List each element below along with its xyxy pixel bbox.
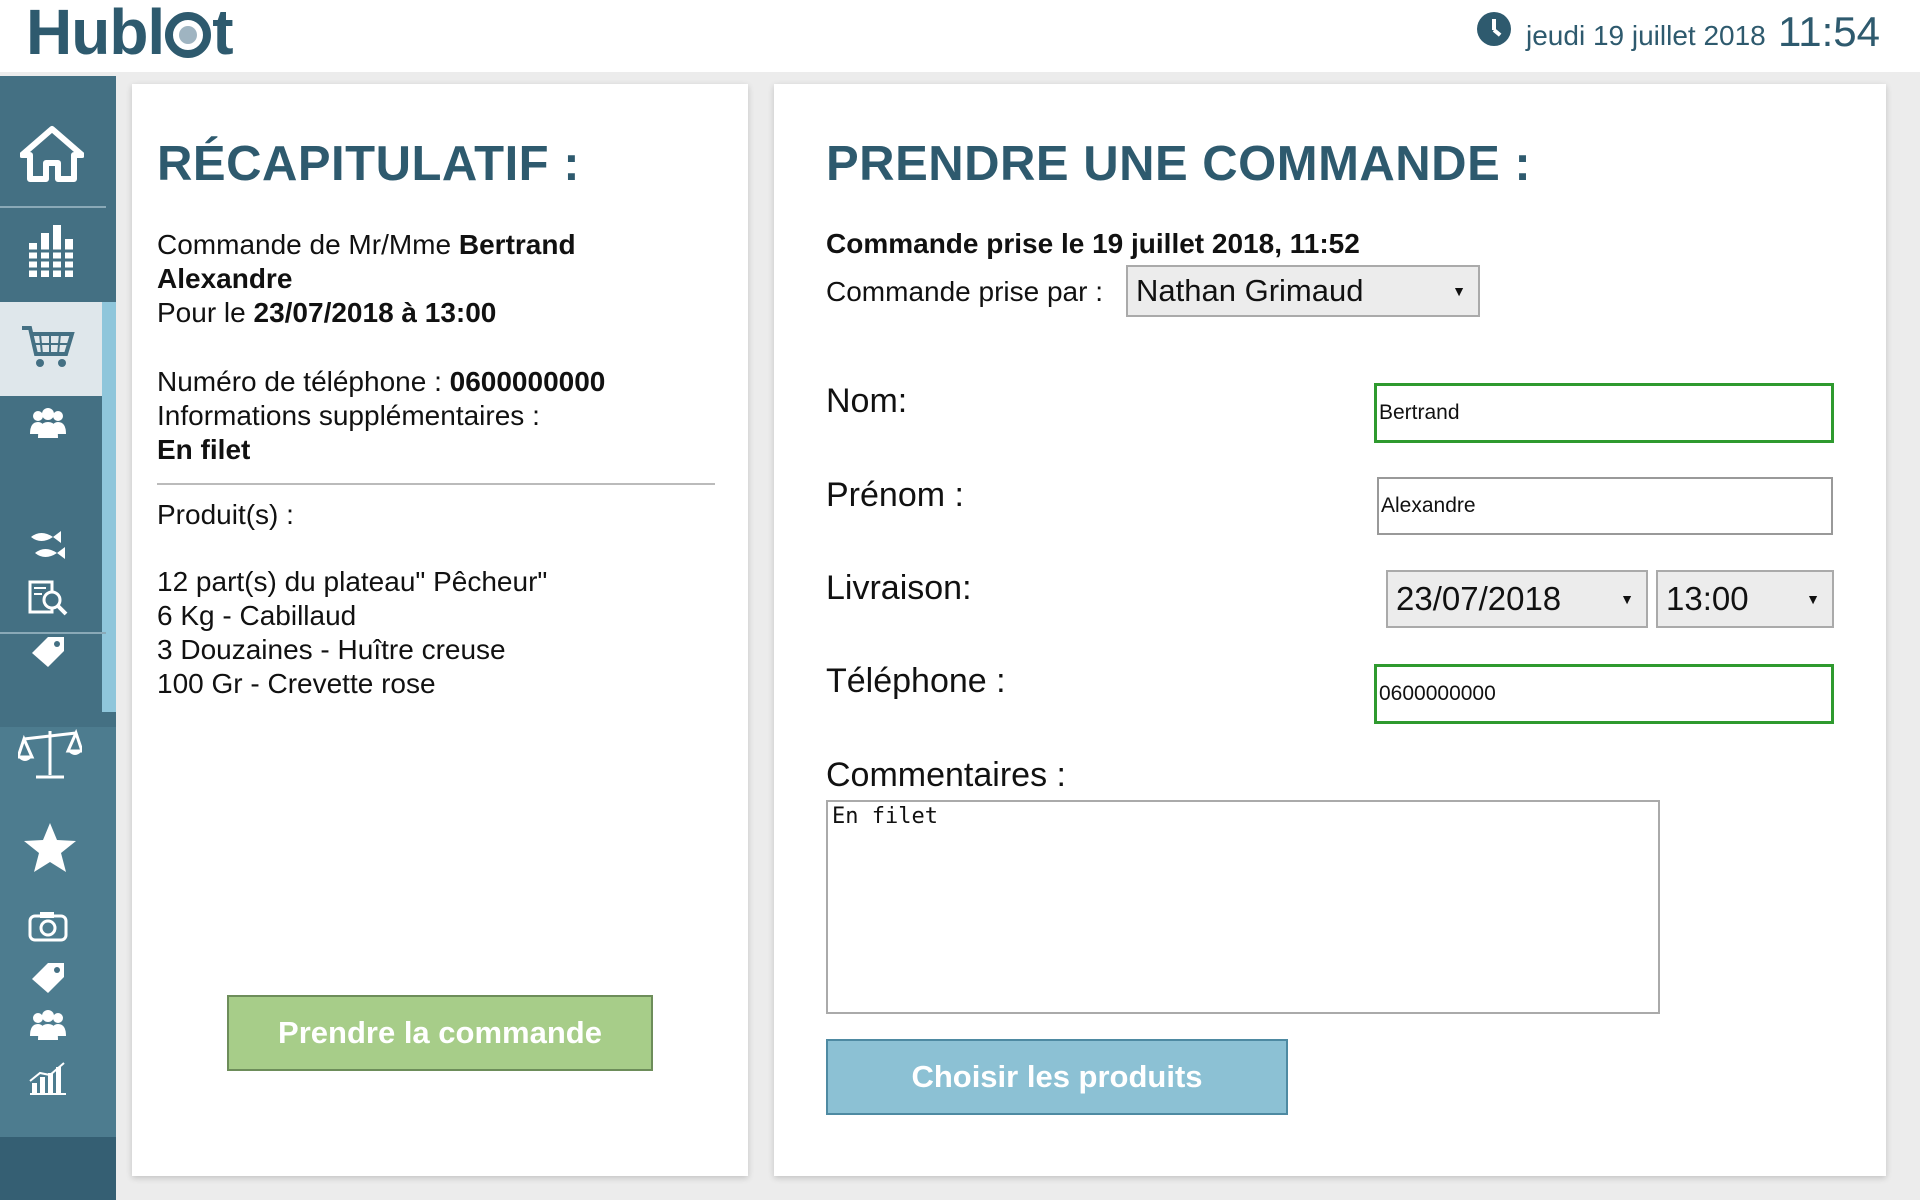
chevron-down-icon: ▼ — [1806, 591, 1820, 607]
summary-panel: RÉCAPITULATIF : Commande de Mr/Mme Bertr… — [132, 84, 748, 1176]
nom-label: Nom: — [826, 382, 908, 420]
take-order-button[interactable]: Prendre la commande — [227, 995, 653, 1071]
customer-name-first: Bertrand — [458, 229, 576, 260]
customer-name-second: Alexandre — [157, 263, 293, 294]
fish-icon[interactable] — [26, 528, 70, 564]
info-value: En filet — [157, 434, 251, 465]
comments-textarea[interactable]: En filet — [826, 800, 1660, 1014]
sidebar — [0, 76, 116, 1200]
users-icon[interactable] — [26, 1008, 70, 1044]
chevron-down-icon: ▼ — [1620, 591, 1634, 607]
products-label: Produit(s) : — [157, 499, 294, 530]
list-item: 12 part(s) du plateau" Pêcheur" — [157, 566, 548, 597]
order-form-panel: PRENDRE UNE COMMANDE : Commande prise le… — [774, 84, 1886, 1176]
camera-icon[interactable] — [26, 906, 70, 946]
star-icon[interactable] — [20, 820, 80, 876]
telephone-label: Téléphone : — [826, 662, 1006, 700]
choose-products-button[interactable]: Choisir les produits — [826, 1039, 1288, 1115]
info-label: Informations supplémentaires : — [157, 400, 540, 431]
order-contact: Numéro de téléphone : 0600000000 Informa… — [157, 366, 606, 465]
list-item: 6 Kg - Cabillaud — [157, 600, 357, 631]
hublot-logo[interactable]: Hubl t — [26, 0, 233, 64]
chevron-down-icon: ▼ — [1452, 283, 1466, 299]
summary-divider — [157, 483, 715, 485]
delivery-date-select[interactable]: 23/07/2018 ▼ — [1386, 570, 1648, 628]
form-title: PRENDRE UNE COMMANDE : — [826, 137, 1532, 191]
scale-icon[interactable] — [18, 724, 82, 782]
summary-phone: 0600000000 — [449, 366, 606, 397]
clients-icon[interactable] — [26, 404, 70, 444]
livraison-label: Livraison: — [826, 569, 972, 607]
current-date: jeudi 19 juillet 2018 — [1526, 20, 1766, 51]
current-time: 11:54 — [1778, 8, 1880, 55]
nom-field[interactable]: Bertrand — [1374, 383, 1834, 443]
tag-icon[interactable] — [26, 632, 70, 668]
telephone-field[interactable]: 0600000000 — [1374, 664, 1834, 724]
taken-by-label: Commande prise par : — [826, 276, 1104, 307]
prenom-label: Prénom : — [826, 476, 964, 514]
tag2-icon[interactable] — [26, 958, 70, 994]
comments-label: Commentaires : — [826, 756, 1066, 794]
prenom-field[interactable]: Alexandre — [1377, 477, 1833, 535]
list-item: 100 Gr - Crevette rose — [157, 668, 436, 699]
top-header: Hubl t jeudi 19 juillet 2018 11:54 — [0, 0, 1920, 72]
cart-icon[interactable] — [20, 322, 76, 372]
order-date-time: 23/07/2018 à 13:00 — [253, 297, 497, 328]
taken-on-text: Commande prise le 19 juillet 2018, 11:52 — [826, 228, 1360, 259]
taken-by-select[interactable]: Nathan Grimaud ▼ — [1126, 265, 1480, 317]
order-customer: Commande de Mr/Mme Bertrand Alexandre Po… — [157, 229, 576, 328]
delivery-time-select[interactable]: 13:00 ▼ — [1656, 570, 1834, 628]
search-doc-icon[interactable] — [26, 578, 70, 618]
chart-icon[interactable] — [26, 1060, 70, 1096]
stats-icon[interactable] — [24, 222, 80, 278]
product-list: 12 part(s) du plateau" Pêcheur" 6 Kg - C… — [157, 565, 547, 701]
home-icon[interactable] — [20, 124, 84, 184]
summary-title: RÉCAPITULATIF : — [157, 137, 581, 191]
sidebar-scrollbar[interactable] — [102, 302, 116, 712]
clock-icon — [1477, 12, 1511, 46]
list-item: 3 Douzaines - Huître creuse — [157, 634, 506, 665]
